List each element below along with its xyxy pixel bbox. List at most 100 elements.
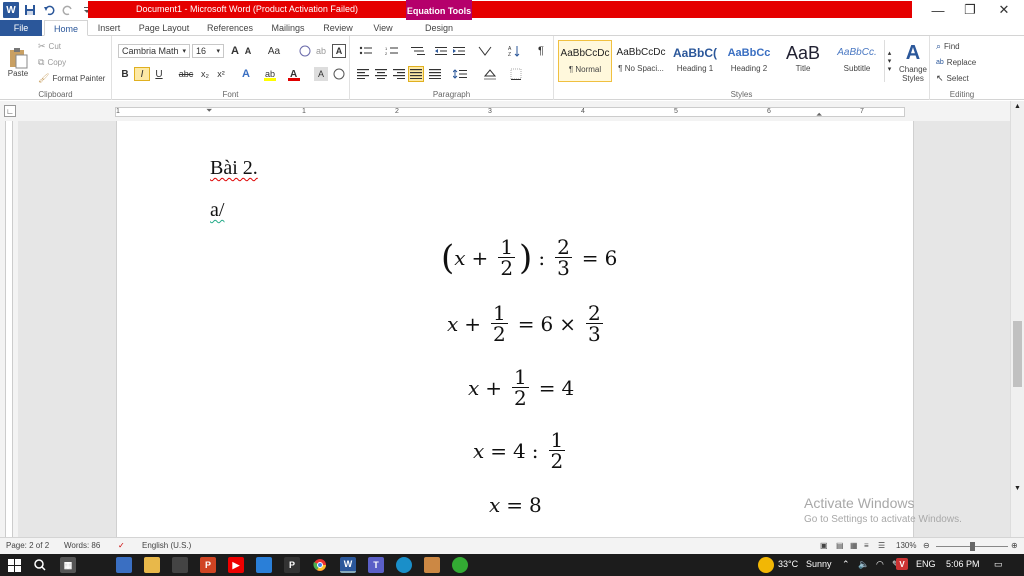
app-icon-chat[interactable]	[116, 557, 132, 573]
edge-icon[interactable]	[396, 557, 412, 573]
copy-button[interactable]: ⧉ Copy	[38, 56, 66, 68]
tab-mailings[interactable]: Mailings	[266, 20, 310, 36]
zoom-out-icon[interactable]: ⊖	[923, 541, 930, 550]
close-button[interactable]: ✕	[986, 0, 1022, 20]
grow-font-button[interactable]: A	[228, 44, 242, 58]
view-print-layout-icon[interactable]: ▣	[820, 541, 828, 550]
underline-button[interactable]: U	[152, 67, 166, 81]
scrollbar-thumb[interactable]	[1013, 321, 1022, 387]
tab-review[interactable]: Review	[318, 20, 358, 36]
show-marks-button[interactable]: ¶	[534, 44, 548, 58]
enclose-characters-icon[interactable]	[332, 67, 346, 81]
tab-design[interactable]: Design	[414, 20, 464, 36]
undo-icon[interactable]	[41, 2, 57, 18]
paste-button[interactable]: Paste	[4, 40, 32, 84]
decrease-indent-icon[interactable]	[434, 44, 448, 58]
word-taskbar-icon[interactable]: W	[340, 557, 356, 573]
page-count[interactable]: Page: 2 of 2	[6, 541, 49, 550]
styles-scroll[interactable]: ▴ ▾ ▾	[884, 40, 894, 82]
borders-icon[interactable]	[506, 67, 526, 81]
equation-1[interactable]: ( x + 1 2 ) : 2 3 = 6	[441, 237, 617, 278]
tray-chevron-icon[interactable]: ⌃	[842, 559, 850, 570]
network-icon[interactable]: ◠	[876, 559, 884, 570]
strikethrough-button[interactable]: abc	[176, 67, 196, 81]
indent-marker-icon[interactable]: ⏷	[206, 106, 212, 116]
view-outline-icon[interactable]: ≡	[864, 541, 869, 550]
notification-icon[interactable]: ▭	[994, 559, 1003, 570]
tab-file[interactable]: File	[0, 20, 42, 36]
restore-button[interactable]: ❐	[952, 0, 988, 20]
app-icon-dark[interactable]	[172, 557, 188, 573]
scroll-up-icon[interactable]: ▲	[1014, 103, 1021, 110]
font-color-icon[interactable]: A	[286, 67, 302, 81]
chrome-icon[interactable]	[312, 557, 328, 573]
teams-icon[interactable]: T	[368, 557, 384, 573]
zalo-icon[interactable]	[256, 557, 272, 573]
save-icon[interactable]	[22, 2, 38, 18]
youtube-icon[interactable]: ▶	[228, 557, 244, 573]
redo-icon[interactable]	[60, 2, 76, 18]
style-heading-1[interactable]: AaBbC( Heading 1	[668, 40, 722, 82]
task-view-icon[interactable]: ▦	[60, 557, 76, 573]
tab-selector-icon[interactable]: ∟	[4, 105, 16, 117]
language-indicator[interactable]: English (U.S.)	[142, 541, 191, 550]
distributed-icon[interactable]	[428, 67, 442, 81]
shrink-font-button[interactable]: A	[242, 44, 254, 58]
font-size-dropdown[interactable]: 16 ▾	[192, 44, 224, 58]
app-icon-p[interactable]: P	[284, 557, 300, 573]
zoom-level[interactable]: 130%	[896, 541, 916, 550]
file-explorer-icon[interactable]	[144, 557, 160, 573]
highlight-color-icon[interactable]: ab	[262, 67, 278, 81]
minimize-button[interactable]: —	[920, 0, 956, 20]
zoom-in-icon[interactable]: ⊕	[1011, 541, 1018, 550]
windows-start-icon[interactable]	[6, 557, 22, 573]
equation-2[interactable]: x + 1 2 = 6 × 2 3	[447, 303, 607, 344]
search-icon[interactable]	[32, 557, 48, 573]
tab-home[interactable]: Home	[44, 20, 88, 36]
view-full-screen-icon[interactable]: ▤	[836, 541, 844, 550]
select-button[interactable]: ↖ Select	[936, 72, 969, 84]
input-language[interactable]: ENG	[916, 559, 936, 569]
shading-icon[interactable]	[480, 67, 500, 81]
equation-5[interactable]: x = 8	[489, 493, 542, 517]
increase-indent-icon[interactable]	[452, 44, 466, 58]
app-icon-drop[interactable]	[424, 557, 440, 573]
style-subtitle[interactable]: AaBbCc. Subtitle	[830, 40, 884, 82]
align-center-icon[interactable]	[374, 67, 388, 81]
bullets-icon[interactable]	[356, 44, 376, 58]
clock[interactable]: 5:06 PM	[946, 559, 980, 569]
right-indent-marker-icon[interactable]: ⏶	[816, 110, 822, 120]
proofing-icon[interactable]: ✓	[118, 541, 125, 550]
app-icon-green[interactable]	[452, 557, 468, 573]
phonetic-guide-icon[interactable]: ab	[314, 44, 328, 58]
line-spacing-icon[interactable]	[450, 67, 470, 81]
change-styles-button[interactable]: A Change Styles	[896, 38, 930, 86]
italic-button[interactable]: I	[134, 67, 150, 81]
find-button[interactable]: ⌕ Find	[936, 40, 960, 52]
style-title[interactable]: AaB Title	[776, 40, 830, 82]
format-painter-button[interactable]: 🖌 Format Painter	[38, 72, 105, 84]
document-page[interactable]: Bài 2. a/ ( x + 1 2 ) : 2 3 = 6 x + 1 2 …	[116, 121, 914, 537]
align-right-icon[interactable]	[392, 67, 406, 81]
clear-formatting-icon[interactable]	[298, 44, 312, 58]
font-name-dropdown[interactable]: Cambria Math ▾	[118, 44, 190, 58]
powerpoint-icon[interactable]: P	[200, 557, 216, 573]
tray-app-icon[interactable]: V	[896, 558, 908, 570]
text-effects-icon[interactable]: A	[238, 67, 254, 81]
cut-button[interactable]: ✂ Cut	[38, 40, 61, 52]
style-normal[interactable]: AaBbCcDc ¶ Normal	[558, 40, 612, 82]
weather-status[interactable]: Sunny	[806, 559, 832, 569]
word-app-icon[interactable]: W	[3, 2, 19, 18]
style-heading-2[interactable]: AaBbCc Heading 2	[722, 40, 776, 82]
tab-references[interactable]: References	[202, 20, 258, 36]
equation-3[interactable]: x + 1 2 = 4	[468, 367, 574, 408]
multilevel-list-icon[interactable]	[408, 44, 428, 58]
tab-insert[interactable]: Insert	[92, 20, 126, 36]
vertical-scrollbar[interactable]: ▲ ▼	[1010, 101, 1024, 537]
temperature[interactable]: 33°C	[778, 559, 798, 569]
change-case-button[interactable]: Aa	[264, 44, 284, 58]
view-draft-icon[interactable]: ☰	[878, 541, 885, 550]
tab-page-layout[interactable]: Page Layout	[134, 20, 194, 36]
align-left-icon[interactable]	[356, 67, 370, 81]
sort-icon[interactable]: AZ	[506, 44, 522, 58]
